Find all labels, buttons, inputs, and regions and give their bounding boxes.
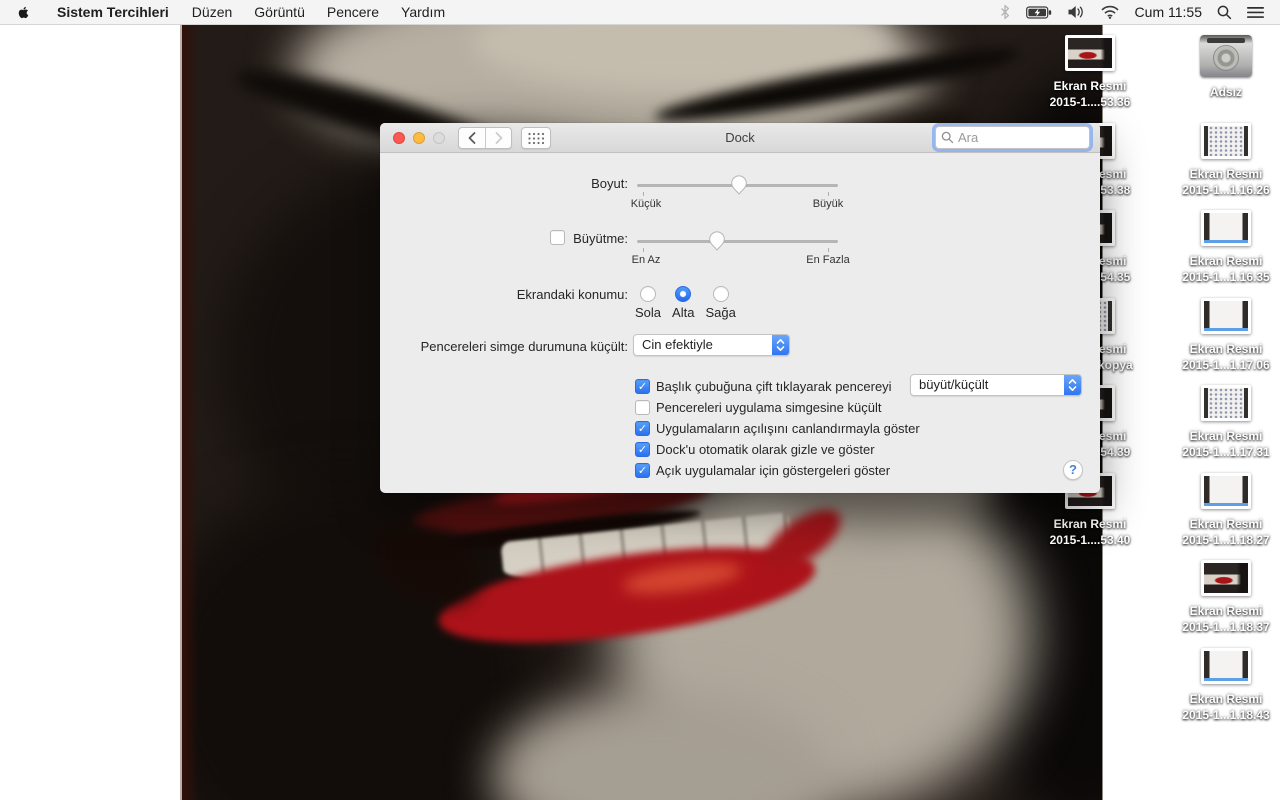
position-radio-group: Sola Alta Sağa <box>635 286 736 320</box>
checkbox[interactable]: ✓ <box>635 442 650 457</box>
menu-item-sistem-tercihleri[interactable]: Sistem Tercihleri <box>45 0 181 24</box>
magnification-slider-thumb[interactable] <box>709 231 726 254</box>
position-radio-alta[interactable]: Alta <box>672 286 694 320</box>
battery-charging-icon[interactable] <box>1026 6 1052 19</box>
notification-center-icon[interactable] <box>1247 6 1264 19</box>
screenshot-thumbnail-icon <box>1201 123 1251 159</box>
desktop-icon-label: Ekran Resmi2015-1...1.17.06 <box>1166 341 1280 373</box>
volume-icon[interactable] <box>1067 5 1085 19</box>
titlebar-action-popup[interactable]: büyüt/küçült <box>910 374 1082 396</box>
toolbar-search <box>935 126 1090 149</box>
screenshot-thumbnail-icon <box>1065 35 1115 71</box>
desktop-icon-label: Ekran Resmi2015-1...1.18.27 <box>1166 516 1280 548</box>
menu-item-pencere[interactable]: Pencere <box>316 0 390 24</box>
checkbox[interactable] <box>635 400 650 415</box>
checkbox[interactable]: ✓ <box>635 463 650 478</box>
menu-item-düzen[interactable]: Düzen <box>181 0 243 24</box>
preference-row: ✓ Başlık çubuğuna çift tıklayarak pencere… <box>635 376 892 396</box>
menu-bar: Sistem TercihleriDüzenGörüntüPencereYard… <box>0 0 1280 25</box>
hard-drive-icon <box>1200 35 1252 77</box>
desktop-icon-label: Ekran Resmi2015-1....53.40 <box>1030 516 1150 548</box>
screenshot-thumbnail-icon <box>1201 648 1251 684</box>
popup-value: Cin efektiyle <box>642 335 713 355</box>
magnification-min-label: En Az <box>632 254 661 266</box>
bluetooth-icon[interactable] <box>999 3 1011 21</box>
checkbox-label: Açık uygulamalar için göstergeleri göste… <box>656 463 890 478</box>
size-slider-thumb[interactable] <box>730 175 747 198</box>
magnification-slider[interactable]: En Az En Fazla <box>637 233 838 273</box>
minimize-effect-label: Pencereleri simge durumuna küçült: <box>421 339 628 354</box>
position-label: Ekrandaki konumu: <box>517 287 628 302</box>
preference-row: Pencereleri uygulama simgesine küçült <box>635 397 881 417</box>
wifi-icon[interactable] <box>1100 5 1120 19</box>
desktop-icon-Adsız[interactable]: Adsız <box>1166 35 1280 100</box>
desktop-icon-label: Ekran Resmi2015-1....53.36 <box>1030 78 1150 110</box>
checkbox-label: Uygulamaların açılışını canlandırmayla g… <box>656 421 920 436</box>
magnification-slider-track[interactable] <box>637 240 838 243</box>
screenshot-thumbnail-icon <box>1201 385 1251 421</box>
checkbox[interactable]: ✓ <box>635 379 650 394</box>
desktop-icon-label: Adsız <box>1166 84 1280 100</box>
screenshot-thumbnail-icon <box>1201 298 1251 334</box>
size-max-label: Büyük <box>813 198 844 210</box>
desktop-icon-2015111626[interactable]: Ekran Resmi2015-1...1.16.26 <box>1166 123 1280 198</box>
preference-row: ✓ Dock'u otomatik olarak gizle ve göster <box>635 439 875 459</box>
magnification-checkbox[interactable] <box>550 230 565 245</box>
minimize-effect-popup[interactable]: Cin efektiyle <box>633 334 790 356</box>
apple-logo-icon <box>16 4 31 21</box>
popup-value: büyüt/küçült <box>919 375 988 395</box>
desktop-icon-label: Ekran Resmi2015-1...1.16.35 <box>1166 253 1280 285</box>
desktop-icon-label: Ekran Resmi2015-1...1.18.43 <box>1166 691 1280 723</box>
popup-stepper-icon <box>772 335 789 355</box>
screenshot-thumbnail-icon <box>1201 473 1251 509</box>
magnification-max-label: En Fazla <box>806 254 849 266</box>
menu-item-yardım[interactable]: Yardım <box>390 0 456 24</box>
menu-item-görüntü[interactable]: Görüntü <box>243 0 316 24</box>
popup-stepper-icon <box>1064 375 1081 395</box>
preference-row: ✓ Uygulamaların açılışını canlandırmayla … <box>635 418 920 438</box>
apple-menu[interactable] <box>0 4 45 21</box>
desktop-icon-2015111635[interactable]: Ekran Resmi2015-1...1.16.35 <box>1166 210 1280 285</box>
position-radio-sağa[interactable]: Sağa <box>705 286 735 320</box>
preference-row: ✓ Açık uygulamalar için göstergeleri göst… <box>635 460 890 480</box>
radio-button[interactable] <box>675 286 691 302</box>
radio-button[interactable] <box>713 286 729 302</box>
dock-preferences-window: Dock Boyut: Küçük Büyük Büyütme: En Az E… <box>380 123 1100 493</box>
desktop-icon-label: Ekran Resmi2015-1...1.17.31 <box>1166 428 1280 460</box>
desktop-icon-label: Ekran Resmi2015-1...1.16.26 <box>1166 166 1280 198</box>
desktop-icon-201515336[interactable]: Ekran Resmi2015-1....53.36 <box>1030 35 1150 110</box>
help-button[interactable]: ? <box>1063 460 1083 480</box>
checkbox-label: Dock'u otomatik olarak gizle ve göster <box>656 442 875 457</box>
size-slider[interactable]: Küçük Büyük <box>637 177 838 217</box>
desktop-icon-2015111827[interactable]: Ekran Resmi2015-1...1.18.27 <box>1166 473 1280 548</box>
radio-button[interactable] <box>640 286 656 302</box>
window-titlebar[interactable]: Dock <box>380 123 1100 153</box>
desktop-icon-2015111837[interactable]: Ekran Resmi2015-1...1.18.37 <box>1166 560 1280 635</box>
magnification-label: Büyütme: <box>573 231 628 246</box>
search-input[interactable] <box>935 126 1090 149</box>
desktop-icon-2015111843[interactable]: Ekran Resmi2015-1...1.18.43 <box>1166 648 1280 723</box>
checkbox-label: Pencereleri uygulama simgesine küçült <box>656 400 881 415</box>
search-icon <box>941 131 954 144</box>
desktop-icon-label: Ekran Resmi2015-1...1.18.37 <box>1166 603 1280 635</box>
menu-left: Sistem TercihleriDüzenGörüntüPencereYard… <box>0 0 456 24</box>
desktop-icon-2015111731[interactable]: Ekran Resmi2015-1...1.17.31 <box>1166 385 1280 460</box>
desktop-icon-2015111706[interactable]: Ekran Resmi2015-1...1.17.06 <box>1166 298 1280 373</box>
menu-status-area: Cum 11:55 <box>999 0 1280 24</box>
menu-clock[interactable]: Cum 11:55 <box>1135 4 1202 20</box>
spotlight-search-icon[interactable] <box>1217 5 1232 20</box>
checkbox[interactable]: ✓ <box>635 421 650 436</box>
checkbox-label: Başlık çubuğuna çift tıklayarak pencerey… <box>656 379 892 394</box>
position-radio-sola[interactable]: Sola <box>635 286 661 320</box>
size-label: Boyut: <box>591 176 628 191</box>
screenshot-thumbnail-icon <box>1201 210 1251 246</box>
size-min-label: Küçük <box>631 198 662 210</box>
screenshot-thumbnail-icon <box>1201 560 1251 596</box>
